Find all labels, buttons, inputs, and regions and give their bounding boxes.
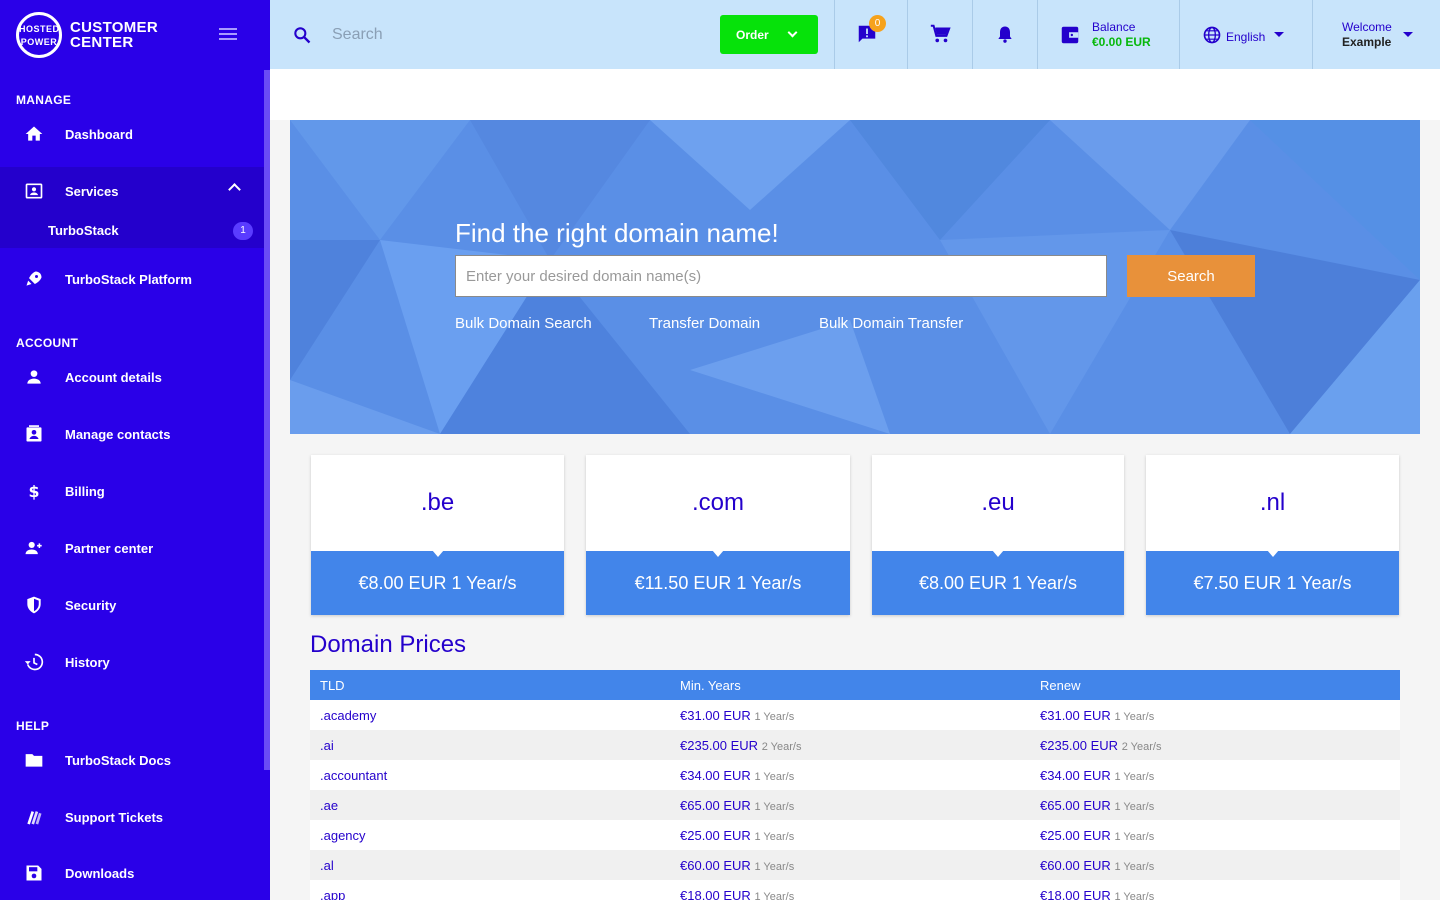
bell-icon[interactable] [995, 23, 1015, 50]
table-header: TLD Min. Years Renew [310, 670, 1400, 700]
hero-title: Find the right domain name! [455, 218, 779, 248]
sidebar-item-manage-contacts[interactable]: Manage contacts [0, 410, 264, 458]
sidebar-item-security[interactable]: Security [0, 581, 264, 629]
tld-price: €7.50 EUR 1 Year/s [1146, 550, 1399, 615]
tld-card-be[interactable]: .be €8.00 EUR 1 Year/s [311, 455, 564, 615]
tld-card-com[interactable]: .com €11.50 EUR 1 Year/s [586, 455, 850, 615]
sidebar-item-partner-center[interactable]: Partner center [0, 524, 264, 572]
brand-logo: HOSTED POWER [16, 12, 62, 58]
chevron-down-icon [787, 27, 798, 38]
tickets-icon [24, 807, 44, 827]
tld-card-nl[interactable]: .nl €7.50 EUR 1 Year/s [1146, 455, 1399, 615]
shield-icon [24, 595, 44, 615]
table-row[interactable]: .app €18.00 EUR 1 Year/s €18.00 EUR 1 Ye… [310, 880, 1400, 900]
globe-icon [1202, 25, 1222, 48]
sidebar-item-billing[interactable]: $ Billing [0, 467, 264, 515]
balance-amount: €0.00 EUR [1092, 35, 1151, 49]
tld-card-eu[interactable]: .eu €8.00 EUR 1 Year/s [872, 455, 1124, 615]
topbar: Order 0 Balance €0.00 EUR English Welcom… [270, 0, 1440, 69]
order-button[interactable]: Order [720, 15, 818, 54]
search-input[interactable] [332, 22, 692, 48]
topbar-divider [907, 0, 908, 69]
table-row[interactable]: .ai €235.00 EUR 2 Year/s €235.00 EUR 2 Y… [310, 730, 1400, 760]
caret-down-icon [1274, 32, 1284, 37]
tld-price: €11.50 EUR 1 Year/s [586, 550, 850, 615]
menu-icon[interactable] [219, 28, 237, 41]
topbar-divider [1037, 0, 1038, 69]
language-label: English [1226, 29, 1266, 44]
wallet-icon[interactable] [1059, 24, 1081, 51]
tld-price: €8.00 EUR 1 Year/s [311, 550, 564, 615]
domain-search-button[interactable]: Search [1127, 255, 1255, 297]
count-badge: 1 [233, 222, 253, 240]
domain-search-hero: Find the right domain name! Search Bulk … [290, 120, 1420, 434]
home-icon [24, 124, 44, 144]
main-content: Find the right domain name! Search Bulk … [270, 69, 1440, 900]
search-icon[interactable] [292, 25, 312, 50]
bulk-domain-transfer-link[interactable]: Bulk Domain Transfer [819, 315, 963, 332]
domain-prices-table: TLD Min. Years Renew .academy €31.00 EUR… [310, 670, 1400, 900]
section-manage: MANAGE [16, 93, 72, 107]
topbar-divider [1312, 0, 1313, 69]
sidebar-item-history[interactable]: History [0, 638, 264, 686]
section-help: HELP [16, 719, 50, 733]
sidebar-item-services[interactable]: Services [0, 167, 264, 215]
balance[interactable]: Balance €0.00 EUR [1092, 20, 1151, 50]
brand[interactable]: HOSTED POWER CUSTOMER CENTER [0, 0, 270, 70]
folder-icon [24, 750, 44, 770]
sidebar-subitem-turbostack[interactable]: TurboStack 1 [0, 214, 264, 248]
table-row[interactable]: .accountant €34.00 EUR 1 Year/s €34.00 E… [310, 760, 1400, 790]
contact-card-icon [24, 181, 44, 201]
sidebar-item-support-tickets[interactable]: Support Tickets [0, 793, 264, 841]
table-row[interactable]: .al €60.00 EUR 1 Year/s €60.00 EUR 1 Yea… [310, 850, 1400, 880]
dollar-icon: $ [24, 481, 44, 501]
notification-badge: 0 [869, 15, 886, 32]
svg-text:$: $ [28, 482, 39, 501]
sidebar-item-downloads[interactable]: Downloads [0, 849, 264, 897]
domain-prices-title: Domain Prices [310, 631, 467, 658]
user-menu[interactable]: Welcome Example [1342, 20, 1392, 50]
rocket-icon [24, 269, 44, 289]
topbar-divider [834, 0, 835, 69]
cart-icon[interactable] [929, 23, 951, 50]
caret-down-icon[interactable] [1403, 32, 1413, 37]
table-row[interactable]: .agency €25.00 EUR 1 Year/s €25.00 EUR 1… [310, 820, 1400, 850]
language-selector[interactable]: English [1202, 25, 1284, 48]
person-icon [24, 367, 44, 387]
tld-price: €8.00 EUR 1 Year/s [872, 550, 1124, 615]
section-account: ACCOUNT [16, 336, 79, 350]
table-row[interactable]: .academy €31.00 EUR 1 Year/s €31.00 EUR … [310, 700, 1400, 730]
topbar-divider [1179, 0, 1180, 69]
domain-search-input[interactable] [455, 255, 1107, 297]
chevron-up-icon[interactable] [228, 183, 241, 196]
save-icon [24, 863, 44, 883]
sidebar-item-dashboard[interactable]: Dashboard [0, 110, 264, 158]
person-add-icon [24, 538, 44, 558]
brand-title: CUSTOMER CENTER [70, 19, 158, 51]
history-icon [24, 652, 44, 672]
sidebar-item-account-details[interactable]: Account details [0, 353, 264, 401]
sidebar-item-turbostack-platform[interactable]: TurboStack Platform [0, 255, 264, 303]
bulk-domain-search-link[interactable]: Bulk Domain Search [455, 315, 592, 332]
transfer-domain-link[interactable]: Transfer Domain [649, 315, 760, 332]
sidebar: HOSTED POWER CUSTOMER CENTER MANAGE Dash… [0, 0, 270, 900]
content-header [270, 69, 1440, 120]
sidebar-item-turbostack-docs[interactable]: TurboStack Docs [0, 736, 264, 784]
table-row[interactable]: .ae €65.00 EUR 1 Year/s €65.00 EUR 1 Yea… [310, 790, 1400, 820]
topbar-divider [972, 0, 973, 69]
contacts-icon [24, 424, 44, 444]
user-name: Example [1342, 35, 1392, 49]
